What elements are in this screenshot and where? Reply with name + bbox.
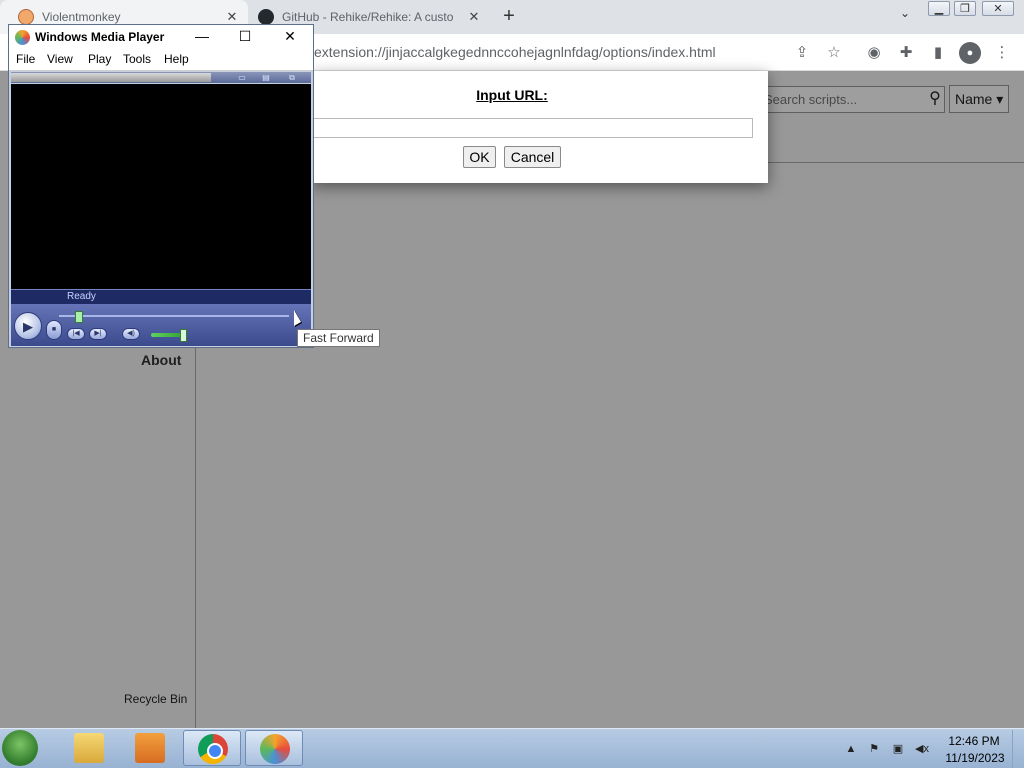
folder-icon <box>74 733 104 763</box>
ok-button[interactable]: OK <box>463 146 496 168</box>
wmp-logo-icon <box>15 30 30 45</box>
close-button[interactable]: ✕ <box>982 1 1014 16</box>
url-input[interactable] <box>312 118 753 138</box>
tab-close-icon[interactable]: ✕ <box>466 9 482 25</box>
mouse-cursor <box>294 310 301 326</box>
wmp-close-icon[interactable]: ✕ <box>278 26 302 46</box>
tab-title: GitHub - Rehike/Rehike: A custo <box>282 10 454 24</box>
github-icon <box>258 9 274 25</box>
browser-menu-icon[interactable]: ⋮ <box>991 42 1013 64</box>
wmp-title: Windows Media Player <box>35 30 165 44</box>
violentmonkey-extension-icon[interactable]: ◉ <box>863 42 885 64</box>
next-icon[interactable]: ▶| <box>89 328 107 340</box>
dialog-title: Input URL: <box>476 87 548 103</box>
wmp-window: Windows Media Player — ☐ ✕ File View Pla… <box>8 24 314 348</box>
network-icon[interactable]: ▣ <box>890 741 906 757</box>
wmp-icon <box>260 734 290 764</box>
wmp-fullmode-icon[interactable]: ⧉ <box>287 73 297 82</box>
profile-avatar-icon[interactable]: ● <box>959 42 981 64</box>
wmp-minimize-icon[interactable]: — <box>190 26 214 46</box>
action-center-flag-icon[interactable]: ⚑ <box>866 741 882 757</box>
wmp-top-strip-fill <box>11 73 211 82</box>
taskbar-wmp[interactable] <box>245 730 303 766</box>
restore-button[interactable]: ❐ <box>954 1 976 16</box>
taskbar-explorer[interactable] <box>60 730 118 766</box>
volume-muted-icon[interactable]: ◀x <box>914 741 930 757</box>
input-url-dialog: Input URL: OK Cancel <box>312 71 768 183</box>
taskbar-chrome[interactable] <box>183 730 241 766</box>
menu-view[interactable]: View <box>47 52 73 66</box>
tab-search-button[interactable]: ⌄ <box>895 6 915 26</box>
tab-close-icon[interactable]: ✕ <box>224 9 240 25</box>
fast-forward-tooltip: Fast Forward <box>297 329 380 347</box>
menu-help[interactable]: Help <box>164 52 189 66</box>
clock-time[interactable]: 12:46 PM <box>948 734 1000 748</box>
wmp-status-bar <box>11 289 311 304</box>
chrome-icon <box>198 734 228 764</box>
show-desktop-button[interactable] <box>1012 730 1024 768</box>
start-button[interactable] <box>2 730 38 766</box>
taskbar-media-center[interactable] <box>121 730 179 766</box>
menu-file[interactable]: File <box>16 52 35 66</box>
stop-icon[interactable]: ■ <box>46 320 62 340</box>
wmp-status-text: Ready <box>67 291 96 302</box>
cancel-button[interactable]: Cancel <box>504 146 561 168</box>
share-icon[interactable]: ⇪ <box>791 42 813 64</box>
media-center-icon <box>135 733 165 763</box>
mute-icon[interactable]: ◀) <box>122 328 140 340</box>
wmp-maximize-icon[interactable]: ☐ <box>233 26 257 46</box>
wmp-seek-slider[interactable] <box>59 315 289 317</box>
side-panel-icon[interactable]: ▮ <box>927 42 949 64</box>
wmp-skin-mode-icon[interactable]: ▭ <box>237 73 247 82</box>
previous-icon[interactable]: |◀ <box>67 328 85 340</box>
menu-play[interactable]: Play <box>88 52 111 66</box>
minimize-button[interactable]: ▁ <box>928 1 950 16</box>
address-bar[interactable]: extension://jinjaccalgkegednnccohejagnln… <box>314 44 716 60</box>
tab-title: Violentmonkey <box>42 10 121 24</box>
violentmonkey-icon <box>18 9 34 25</box>
wmp-video-area[interactable] <box>11 84 311 289</box>
tray-overflow-icon[interactable]: ▲ <box>843 741 859 757</box>
extensions-puzzle-icon[interactable]: ✚ <box>895 42 917 64</box>
clock-date[interactable]: 11/19/2023 <box>944 751 1006 765</box>
play-icon[interactable]: ▶ <box>14 312 42 340</box>
volume-thumb[interactable] <box>179 329 187 342</box>
wmp-compact-icon[interactable]: ▤ <box>261 73 271 82</box>
bookmark-star-icon[interactable]: ☆ <box>823 42 845 64</box>
menu-tools[interactable]: Tools <box>123 52 151 66</box>
new-tab-button[interactable]: + <box>497 5 521 29</box>
wmp-seek-thumb[interactable] <box>75 311 84 323</box>
